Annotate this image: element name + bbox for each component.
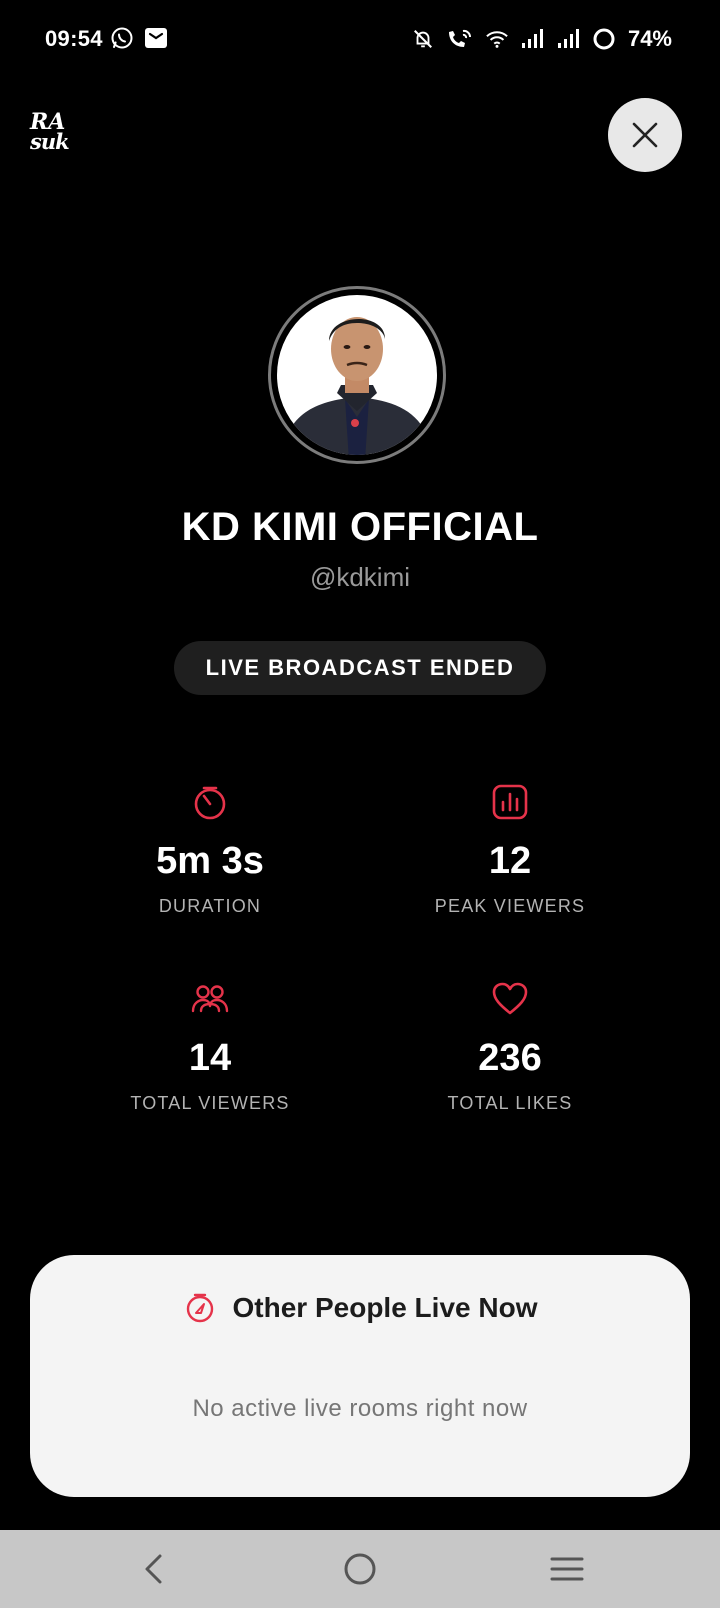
timer-icon: [194, 786, 226, 820]
signal-icon: [521, 29, 543, 48]
username: @kdkimi: [309, 562, 411, 592]
users-icon: [191, 985, 229, 1013]
whatsapp-icon: [111, 27, 133, 49]
stat-total-likes: 236 TOTAL LIKES: [360, 979, 660, 1114]
card-title: Other People Live Now: [232, 1292, 538, 1323]
other-live-card: Other People Live Now No active live roo…: [30, 1255, 690, 1497]
home-button[interactable]: [337, 1546, 383, 1592]
card-header: Other People Live Now: [30, 1291, 690, 1325]
empty-state-text: No active live rooms right now: [192, 1395, 528, 1422]
close-icon: [632, 122, 658, 148]
app-logo: RA suk: [30, 111, 82, 158]
stat-label: PEAK VIEWERS: [434, 896, 586, 916]
mail-icon: [145, 28, 167, 48]
home-icon: [344, 1553, 376, 1585]
stat-peak-viewers: 12 PEAK VIEWERS: [360, 782, 660, 917]
stat-value: 5m 3s: [156, 840, 264, 882]
back-icon: [145, 1554, 162, 1584]
heart-icon: [492, 982, 528, 1015]
stat-duration: 5m 3s DURATION: [60, 782, 360, 917]
compass-icon: [186, 1293, 213, 1323]
back-button[interactable]: [130, 1546, 176, 1592]
signal-icon: [557, 29, 579, 48]
battery-percent: 74%: [627, 26, 672, 51]
avatar: [268, 286, 446, 464]
status-badge: LIVE BROADCAST ENDED: [174, 641, 546, 695]
stat-total-viewers: 14 TOTAL VIEWERS: [60, 979, 360, 1114]
stat-value: 14: [188, 1037, 232, 1079]
status-time: 09:54: [45, 26, 103, 51]
stat-value: 12: [488, 840, 532, 882]
close-button[interactable]: [608, 98, 682, 172]
logo-line-2: suk: [30, 129, 70, 154]
stat-label: TOTAL VIEWERS: [130, 1093, 290, 1113]
status-left-icons: [110, 26, 168, 50]
wifi-icon: [486, 31, 508, 48]
recents-button[interactable]: [544, 1546, 590, 1592]
wifi-calling-icon: [448, 29, 471, 47]
menu-icon: [550, 1557, 584, 1581]
display-name: KD KIMI OFFICIAL: [181, 505, 539, 549]
bar-chart-icon: [492, 784, 528, 820]
stat-label: TOTAL LIKES: [447, 1093, 573, 1113]
stat-value: 236: [478, 1037, 542, 1079]
status-right-icons: 74%: [412, 26, 672, 52]
stat-label: DURATION: [158, 896, 262, 916]
status-bar: 09:54 74%: [0, 0, 720, 80]
battery-ring-icon: [593, 28, 615, 50]
avatar-image: [277, 295, 437, 455]
system-nav-bar: [0, 1530, 720, 1608]
silent-bell-icon: [413, 30, 432, 48]
